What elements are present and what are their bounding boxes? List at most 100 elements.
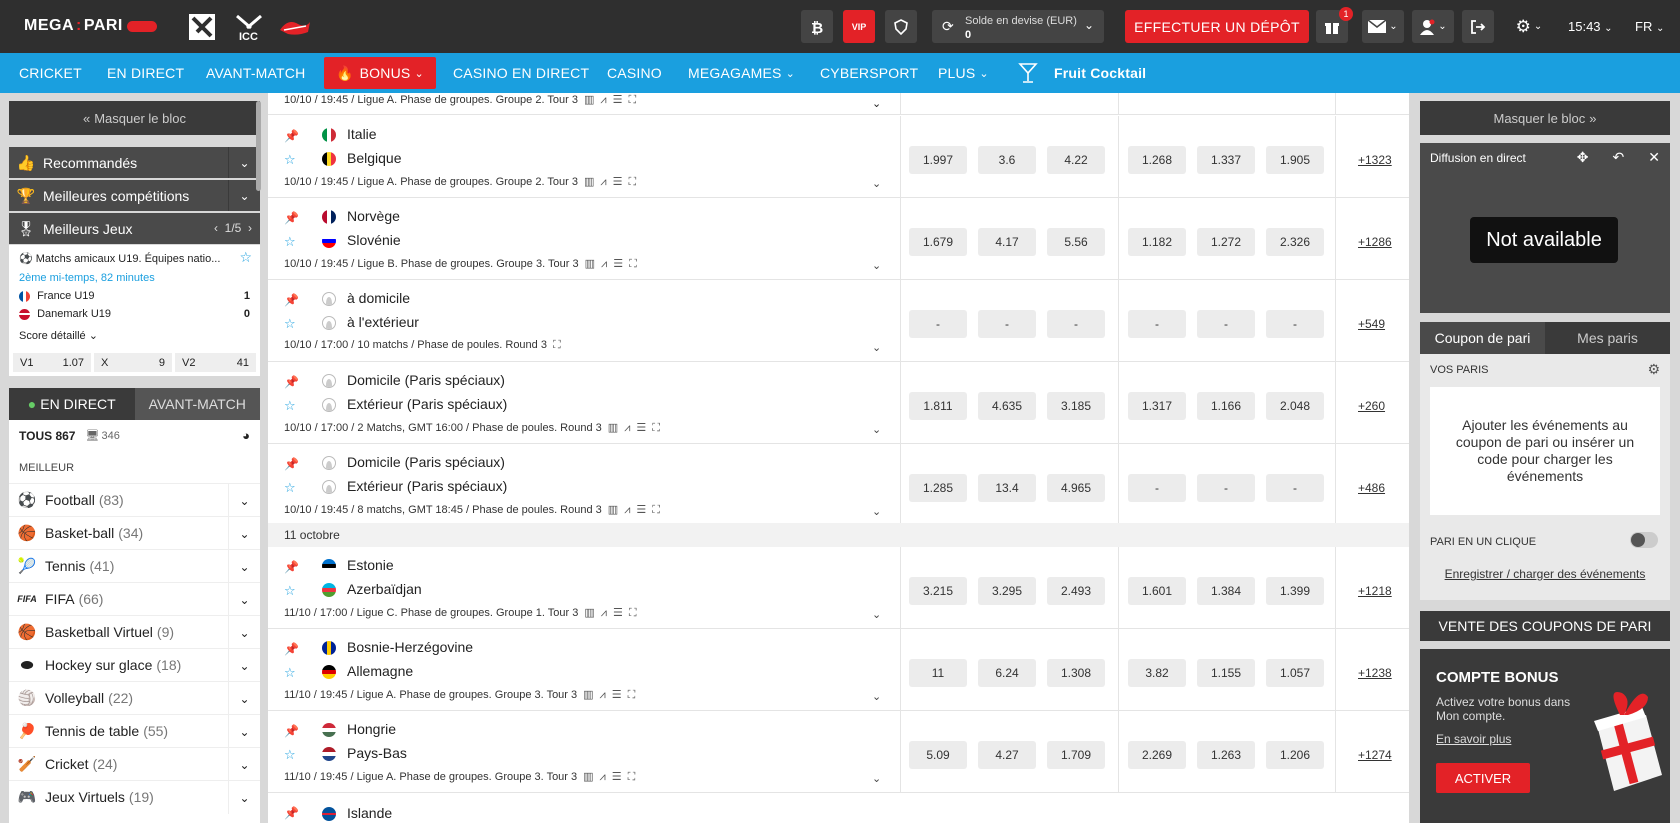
megapari-logo[interactable]: MEGA : PARI xyxy=(24,17,157,35)
odd-button[interactable]: 3.185 xyxy=(1047,392,1105,420)
chart-icon[interactable]: ⩘ xyxy=(601,607,607,619)
pin-icon[interactable]: 📌 xyxy=(284,375,299,389)
undo-icon[interactable]: ↶ xyxy=(1613,149,1625,166)
odd-button[interactable]: 1.263 xyxy=(1197,741,1255,769)
odd-x[interactable]: X9 xyxy=(94,353,172,372)
chevron-down-icon[interactable]: ⌄ xyxy=(872,608,881,621)
chevron-down-icon[interactable]: ⌄ xyxy=(872,505,881,518)
chevron-down-icon[interactable]: ⌄ xyxy=(872,97,881,110)
stats-icon[interactable]: ▥ xyxy=(585,258,595,270)
account-button[interactable]: ⌄ xyxy=(1412,10,1454,43)
clock[interactable]: 15:43 ⌄ xyxy=(1568,19,1613,34)
chevron-down-icon[interactable]: ⌄ xyxy=(872,259,881,272)
odd-button[interactable]: - xyxy=(909,310,967,338)
favorite-star-icon[interactable]: ☆ xyxy=(284,152,296,168)
stats-icon[interactable]: ▥ xyxy=(584,176,594,188)
tab-live[interactable]: ● EN DIRECT xyxy=(9,388,135,420)
odd-button[interactable]: 13.4 xyxy=(978,474,1036,502)
chevron-down-icon[interactable]: ⌄ xyxy=(228,715,260,748)
lineup-icon[interactable]: ⛶ xyxy=(628,689,636,701)
event-row[interactable]: 📌 ☆ Hongrie Pays-Bas 11/10 / 19:45 / Lig… xyxy=(268,711,1409,793)
stats-icon[interactable]: ▥ xyxy=(584,94,594,106)
nav-bonus[interactable]: 🔥 BONUS ⌄ xyxy=(324,57,436,89)
chart-icon[interactable]: ⩘ xyxy=(624,504,630,516)
dota-logo[interactable] xyxy=(186,12,218,42)
favorite-star-icon[interactable]: ☆ xyxy=(284,316,296,332)
odd-button[interactable]: 1.317 xyxy=(1128,392,1186,420)
lineup-icon[interactable]: ⛶ xyxy=(628,771,636,783)
chart-icon[interactable]: ⩘ xyxy=(600,771,606,783)
learn-more-link[interactable]: En savoir plus xyxy=(1436,732,1511,746)
icc-logo[interactable]: ICC xyxy=(232,12,266,42)
best-competitions-section[interactable]: 🏆 Meilleures compétitions ⌄ xyxy=(9,180,260,211)
pin-icon[interactable]: 📌 xyxy=(284,806,299,820)
chevron-down-icon[interactable]: ⌄ xyxy=(872,772,881,785)
nav-cricket[interactable]: CRICKET xyxy=(19,53,82,93)
tab-my-bets[interactable]: Mes paris xyxy=(1545,322,1670,354)
odd-button[interactable]: 2.048 xyxy=(1266,392,1324,420)
tab-coupon[interactable]: Coupon de pari xyxy=(1420,322,1545,354)
odd-button[interactable]: - xyxy=(1197,310,1255,338)
lineup-icon[interactable]: ⛶ xyxy=(553,339,561,351)
odd-button[interactable]: - xyxy=(978,310,1036,338)
pin-icon[interactable]: 📌 xyxy=(284,129,299,143)
more-markets-link[interactable]: +486 xyxy=(1358,481,1385,495)
sport-tennis[interactable]: 🎾 Tennis (41) ⌄ xyxy=(9,549,260,583)
chevron-down-icon[interactable]: ⌄ xyxy=(228,682,260,715)
list-icon[interactable]: ☰ xyxy=(613,258,623,270)
nav-more[interactable]: PLUS ⌄ xyxy=(938,53,989,93)
list-icon[interactable]: ☰ xyxy=(612,771,622,783)
pie-icon[interactable]: ◕ xyxy=(242,428,250,443)
odd-button[interactable]: 2.493 xyxy=(1047,577,1105,605)
pin-icon[interactable]: 📌 xyxy=(284,211,299,225)
detailed-score-toggle[interactable]: Score détaillé ⌄ xyxy=(19,329,98,342)
odd-button[interactable]: 1.166 xyxy=(1197,392,1255,420)
chevron-down-icon[interactable]: ⌄ xyxy=(872,177,881,190)
stats-icon[interactable]: ▥ xyxy=(584,607,594,619)
sport-cricket[interactable]: 🏏 Cricket (24) ⌄ xyxy=(9,747,260,781)
deposit-button[interactable]: EFFECTUER UN DÉPÔT xyxy=(1125,10,1309,43)
language-selector[interactable]: FR ⌄ xyxy=(1635,19,1664,34)
more-markets-link[interactable]: +260 xyxy=(1358,399,1385,413)
event-row[interactable]: 📌 ☆ Italie Belgique 10/10 / 19:45 / Ligu… xyxy=(268,116,1409,198)
odd-button[interactable]: 1.399 xyxy=(1266,577,1324,605)
chevron-down-icon[interactable]: ⌄ xyxy=(228,484,260,517)
odd-button[interactable]: 1.679 xyxy=(909,228,967,256)
lineup-icon[interactable]: ⛶ xyxy=(629,607,637,619)
tab-prematch[interactable]: AVANT-MATCH xyxy=(134,388,260,420)
chevron-down-icon[interactable]: ⌄ xyxy=(872,423,881,436)
favorite-star-icon[interactable]: ☆ xyxy=(284,583,296,599)
favorite-star-icon[interactable]: ☆ xyxy=(239,249,252,266)
event-row[interactable]: 📌 ☆ Norvège Slovénie 10/10 / 19:45 / Lig… xyxy=(268,198,1409,280)
odd-button[interactable]: 1.811 xyxy=(909,392,967,420)
list-icon[interactable]: ☰ xyxy=(613,94,623,106)
list-icon[interactable]: ☰ xyxy=(612,689,622,701)
top-game-card[interactable]: ⚽ Matchs amicaux U19. Équipes natio... ☆… xyxy=(9,245,260,376)
sport-ice-hockey[interactable]: ⬬ Hockey sur glace (18) ⌄ xyxy=(9,648,260,682)
chevron-down-icon[interactable]: ⌄ xyxy=(872,690,881,703)
recommended-section[interactable]: 👍 Recommandés ⌄ xyxy=(9,147,260,178)
bitcoin-button[interactable]: ₿ xyxy=(801,10,833,43)
odd-button[interactable]: 1.285 xyxy=(909,474,967,502)
lineup-icon[interactable]: ⛶ xyxy=(652,422,660,434)
hide-block-right[interactable]: Masquer le bloc » xyxy=(1420,101,1670,135)
odd-button[interactable]: 1.308 xyxy=(1047,659,1105,687)
sport-football[interactable]: ⚽ Football (83) ⌄ xyxy=(9,483,260,517)
sport-virtual-basketball[interactable]: 🏀 Basketball Virtuel (9) ⌄ xyxy=(9,615,260,649)
odd-button[interactable]: 4.17 xyxy=(978,228,1036,256)
odd-button[interactable]: 3.215 xyxy=(909,577,967,605)
stats-icon[interactable]: ▥ xyxy=(583,771,593,783)
event-row-partial-bottom[interactable]: 📌 Islande xyxy=(268,801,1409,823)
odd-button[interactable]: 1.337 xyxy=(1197,146,1255,174)
chevron-down-icon[interactable]: ⌄ xyxy=(872,341,881,354)
list-icon[interactable]: ☰ xyxy=(613,176,623,188)
nav-live-casino[interactable]: CASINO EN DIRECT xyxy=(453,53,589,93)
chart-icon[interactable]: ⩘ xyxy=(601,258,607,270)
best-games-pager[interactable]: ‹ 1/5 › xyxy=(214,221,252,235)
odd-button[interactable]: 1.182 xyxy=(1128,228,1186,256)
more-markets-link[interactable]: +1238 xyxy=(1358,666,1392,680)
chart-icon[interactable]: ⩘ xyxy=(600,176,606,188)
sport-fifa[interactable]: FIFA FIFA (66) ⌄ xyxy=(9,582,260,616)
odd-button[interactable]: 1.997 xyxy=(909,146,967,174)
hide-block-left[interactable]: « Masquer le bloc xyxy=(9,101,260,135)
